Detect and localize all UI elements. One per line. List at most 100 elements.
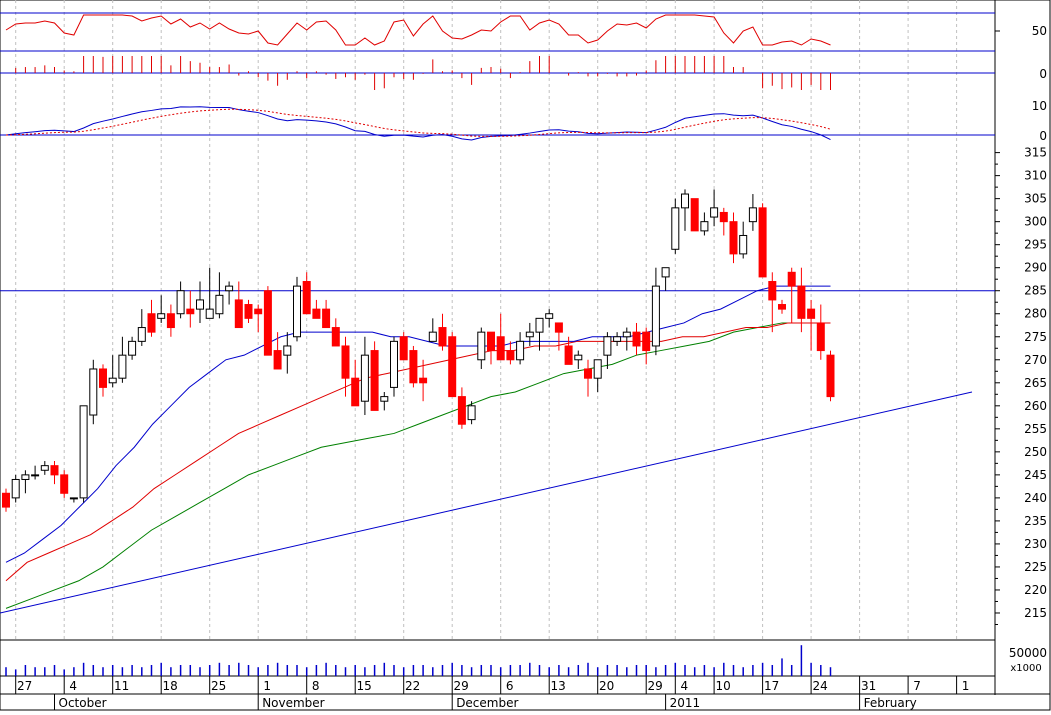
candle-body (535, 317, 544, 333)
price-tick-label: 290 (1024, 261, 1047, 275)
price-tick-label: 230 (1024, 537, 1047, 551)
candle-body (196, 299, 204, 310)
candle-body (99, 368, 107, 388)
date-tick-label: 29 (648, 679, 663, 693)
candle (370, 341, 379, 411)
date-tick-label: 18 (163, 679, 178, 693)
month-label: February (864, 696, 917, 710)
candle-body (409, 350, 418, 384)
price-tick-label: 215 (1024, 606, 1047, 620)
candle-body (584, 368, 592, 379)
candle-body (690, 198, 699, 232)
candle-body (739, 234, 748, 255)
candle-body (263, 290, 272, 356)
candle (399, 332, 408, 361)
month-label: December (456, 696, 518, 710)
price-tick-label: 265 (1024, 376, 1047, 390)
candle-body (360, 354, 369, 402)
price-tick-label: 275 (1024, 330, 1047, 344)
candle-body (283, 345, 292, 356)
date-tick-label: 20 (599, 679, 614, 693)
month-label: October (59, 696, 107, 710)
candle-body (797, 285, 806, 319)
price-tick-label: 280 (1024, 307, 1047, 321)
candle-body (545, 313, 554, 319)
macd-tick-label: 0 (1039, 129, 1047, 143)
candle-body (477, 331, 486, 361)
candle-body (21, 474, 30, 480)
price-tick-label: 235 (1024, 514, 1047, 528)
candle-body (273, 350, 282, 370)
candle-body (147, 313, 156, 333)
candle-body (787, 271, 796, 287)
price-tick-label: 250 (1024, 445, 1047, 459)
candle (60, 470, 69, 498)
candle-body (506, 350, 515, 361)
date-tick-label: 29 (454, 679, 469, 693)
candle-body (225, 285, 234, 292)
candle-body (176, 290, 185, 315)
chart-frame (0, 0, 1051, 711)
date-tick-label: 13 (551, 679, 566, 693)
candle-body (516, 340, 525, 361)
candle-body (79, 405, 88, 499)
candle-body (215, 294, 224, 315)
volume-unit-label: x1000 (1010, 663, 1041, 674)
candle-body (302, 281, 311, 315)
date-tick-label: 17 (764, 679, 779, 693)
candle-body (312, 308, 321, 319)
candle-body (671, 207, 680, 250)
stock-chart: 50 0 10 0 215 220 225 230 235 240 245 250 255 260… (0, 0, 1051, 711)
macd-tick-label: 10 (1032, 99, 1047, 113)
price-tick-label: 225 (1024, 560, 1047, 574)
candle-body (554, 322, 563, 333)
date-tick-label: 4 (69, 679, 77, 693)
candle-body (254, 308, 263, 315)
date-tick-label: 27 (17, 679, 32, 693)
price-tick-label: 240 (1024, 491, 1047, 505)
candle-body (370, 350, 379, 411)
candle-body (438, 327, 447, 347)
candle-body (108, 377, 117, 384)
candle-body (331, 327, 340, 347)
candle-body (244, 304, 253, 319)
price-tick-label: 310 (1024, 169, 1047, 183)
date-tick-label: 6 (506, 679, 514, 693)
candle-body (807, 308, 816, 319)
candle-body (816, 322, 825, 352)
candle-body (69, 497, 78, 500)
price-tick-label: 220 (1024, 583, 1047, 597)
date-tick-label: 31 (861, 679, 876, 693)
candle-body (661, 267, 670, 278)
candle-body (428, 331, 437, 342)
candle-body (748, 207, 757, 223)
date-tick-label: 4 (680, 679, 688, 693)
candle-body (50, 465, 59, 476)
price-tick-label: 295 (1024, 238, 1047, 252)
candle (263, 286, 272, 356)
price-tick-label: 260 (1024, 399, 1047, 413)
candle-body (186, 308, 195, 315)
candle-body (593, 359, 602, 379)
price-tick-label: 270 (1024, 353, 1047, 367)
candle-body (758, 207, 767, 278)
date-tick-label: 22 (405, 679, 420, 693)
candle-body (40, 465, 49, 471)
candle-body (564, 345, 573, 365)
date-tick-label: 24 (812, 679, 827, 693)
candle-body (826, 354, 835, 398)
candle-body (632, 331, 641, 347)
candle-body (613, 336, 622, 342)
price-tick-label: 315 (1024, 146, 1047, 160)
candle-body (322, 308, 331, 329)
month-label: November (262, 696, 324, 710)
candle-body (351, 377, 360, 407)
candle-body (399, 336, 408, 361)
candle-body (651, 285, 660, 347)
candle (758, 203, 767, 278)
candle-body (157, 313, 166, 319)
candle-body (457, 396, 466, 425)
price-tick-label: 255 (1024, 422, 1047, 436)
candle (826, 350, 835, 402)
candle-body (60, 474, 69, 494)
